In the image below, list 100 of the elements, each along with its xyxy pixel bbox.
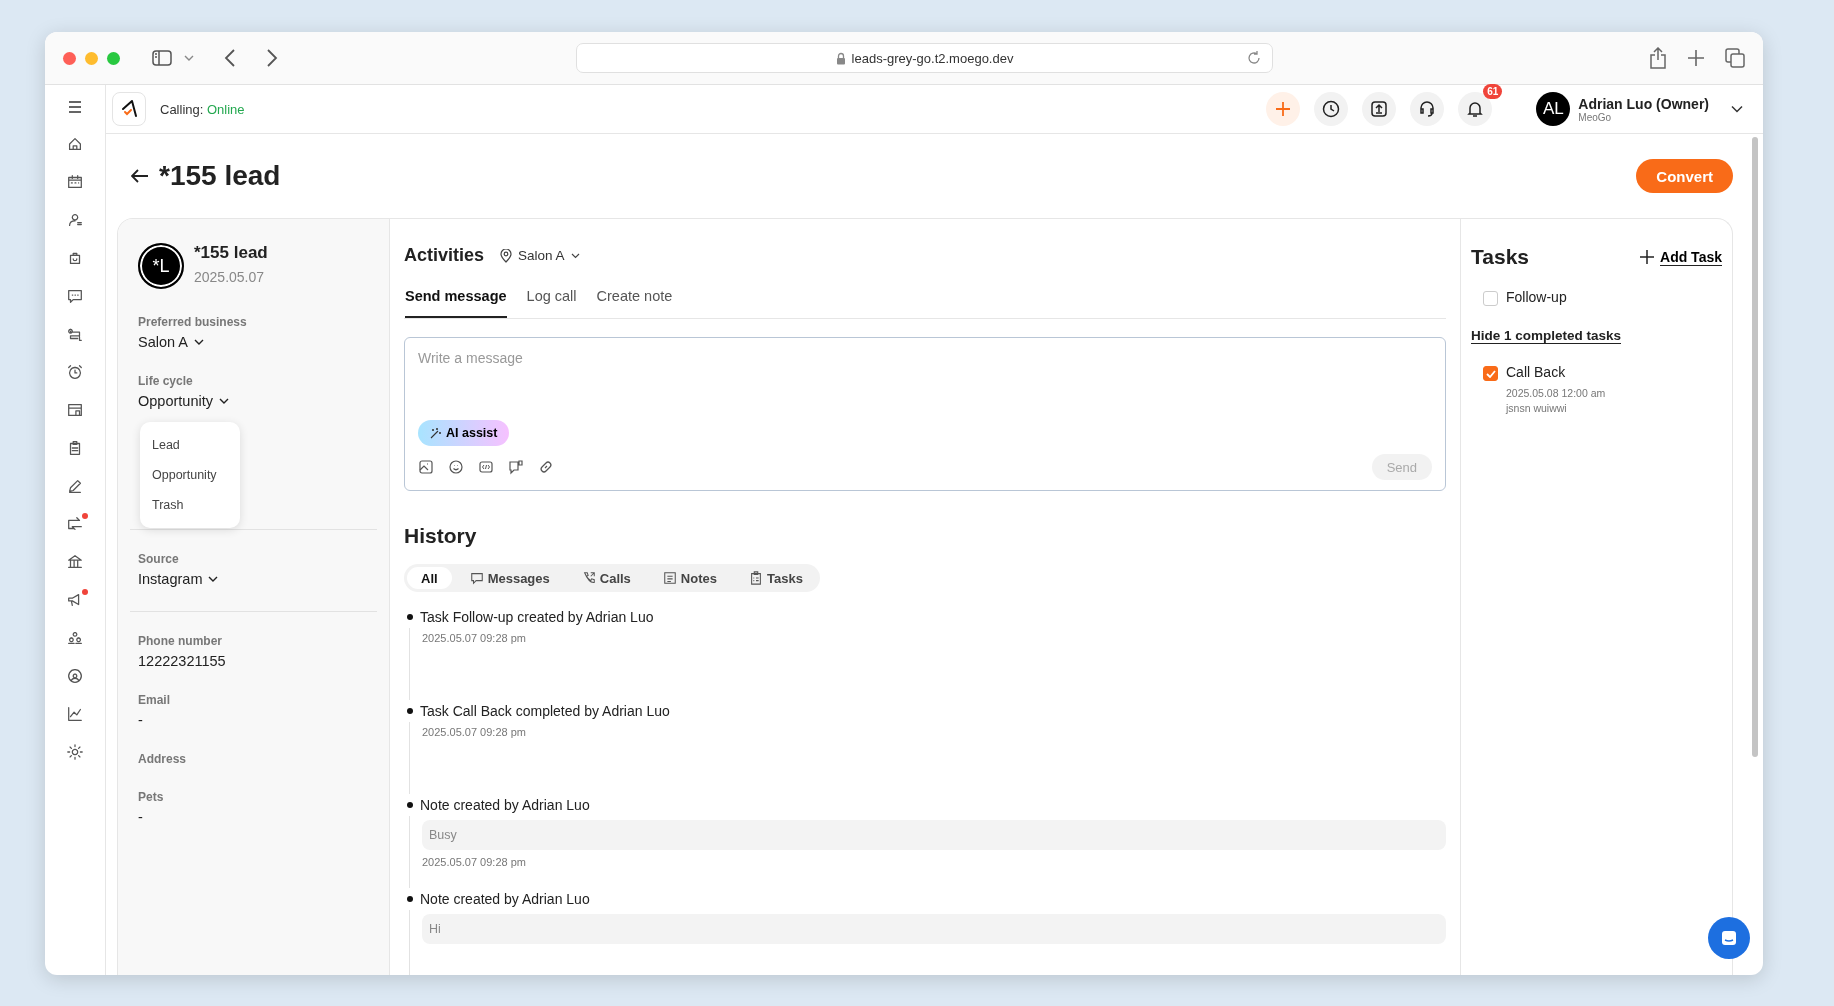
- bank-icon[interactable]: [66, 553, 84, 571]
- timeline-dot: [407, 896, 413, 902]
- history-title: History: [404, 524, 478, 548]
- task-checkbox[interactable]: [1483, 366, 1498, 381]
- entry-time: 2025.05.07 09:28 pm: [422, 726, 527, 738]
- field-label: Address: [138, 752, 188, 766]
- location-dropdown[interactable]: Salon A: [500, 248, 580, 263]
- tasks-icon: [749, 571, 763, 585]
- history-filter[interactable]: Tasks: [735, 567, 817, 589]
- lead-avatar: *L: [138, 243, 184, 289]
- field-label: Phone number: [138, 634, 223, 648]
- menu-icon[interactable]: [68, 101, 82, 113]
- new-tab-icon[interactable]: [1687, 49, 1705, 67]
- calling-status: Calling: Online: [160, 101, 245, 117]
- lead-date: 2025.05.07: [194, 269, 266, 285]
- home-icon[interactable]: [66, 135, 84, 153]
- plus-icon: [1639, 249, 1655, 265]
- image-icon[interactable]: [418, 459, 434, 475]
- person-icon[interactable]: [66, 211, 84, 229]
- timeline-dot: [407, 802, 413, 808]
- chat-widget-button[interactable]: [1708, 917, 1750, 959]
- pen-icon[interactable]: [66, 477, 84, 495]
- field-dropdown[interactable]: Opportunity: [138, 393, 229, 409]
- alarm-icon[interactable]: [66, 363, 84, 381]
- note-content: Busy: [422, 820, 1446, 850]
- chevron-down-icon[interactable]: [1731, 105, 1743, 113]
- link-icon[interactable]: [538, 459, 554, 475]
- history-filter[interactable]: Calls: [567, 567, 645, 589]
- address-bar[interactable]: leads-grey-go.t2.moego.dev: [576, 43, 1273, 73]
- back-arrow-icon[interactable]: [131, 169, 149, 183]
- history-filter[interactable]: All: [407, 567, 452, 589]
- upload-icon: [1370, 100, 1389, 118]
- field-value: -: [138, 712, 144, 728]
- clock-icon: [1322, 100, 1341, 118]
- company-name: MeoGo: [1578, 111, 1613, 123]
- support-button[interactable]: [1410, 92, 1445, 126]
- emoji-icon[interactable]: [448, 459, 464, 475]
- history-entry: Note created by Adrian Luo: [420, 797, 590, 813]
- history-filter[interactable]: Notes: [648, 567, 731, 589]
- menu-item[interactable]: Trash: [140, 490, 240, 520]
- chevron-down-icon: [194, 338, 204, 346]
- chevron-down-icon: [208, 575, 219, 583]
- lock-icon: [835, 51, 846, 65]
- activity-tab[interactable]: Create note: [596, 288, 673, 318]
- calendar-icon[interactable]: [66, 173, 84, 191]
- history-entry: Note created by Adrian Luo: [420, 891, 590, 907]
- activity-tab[interactable]: Log call: [526, 288, 577, 318]
- task-due-time: 2025.05.08 12:00 am: [1506, 387, 1606, 399]
- forward-icon[interactable]: [266, 49, 278, 67]
- notes-icon: [662, 571, 677, 585]
- scrollbar-thumb[interactable]: [1752, 137, 1758, 757]
- lead-name: *155 lead: [194, 243, 268, 263]
- transfer-icon[interactable]: [66, 515, 84, 533]
- close-window-button[interactable]: [63, 51, 76, 65]
- code-icon[interactable]: [478, 459, 494, 475]
- user-name: Adrian Luo (Owner): [1578, 95, 1709, 112]
- hide-completed-link[interactable]: Hide 1 completed tasks: [1471, 328, 1622, 344]
- entry-time: 2025.05.07 09:28 pm: [422, 856, 527, 868]
- reload-icon[interactable]: [1246, 50, 1262, 66]
- message-composer[interactable]: Write a message AI assist Send: [404, 337, 1446, 491]
- store-icon[interactable]: [66, 401, 84, 419]
- clock-button[interactable]: [1314, 92, 1349, 126]
- add-button[interactable]: [1266, 92, 1301, 126]
- upload-button[interactable]: [1362, 92, 1397, 126]
- field-label: Preferred business: [138, 315, 248, 329]
- field-value: 12222321155: [138, 653, 227, 669]
- chart-icon[interactable]: [66, 705, 84, 723]
- timeline-dot: [407, 708, 413, 714]
- add-task-button[interactable]: Add Task: [1639, 248, 1722, 266]
- task-checkbox[interactable]: [1483, 291, 1498, 306]
- tasks-title: Tasks: [1471, 245, 1529, 269]
- menu-item[interactable]: Lead: [140, 430, 240, 460]
- field-dropdown[interactable]: Instagram: [138, 571, 219, 587]
- field-label: Email: [138, 693, 171, 707]
- timeline-dot: [407, 614, 413, 620]
- menu-item[interactable]: Opportunity: [140, 460, 240, 490]
- sparkle-wand-icon: [430, 427, 442, 439]
- tabs-overview-icon[interactable]: [1725, 48, 1745, 68]
- field-label: Life cycle: [138, 374, 194, 388]
- chat-icon[interactable]: [66, 287, 84, 305]
- checkmark-icon: [1485, 369, 1496, 378]
- headset-icon: [1418, 100, 1437, 118]
- history-filter[interactable]: Messages: [455, 567, 564, 589]
- field-dropdown[interactable]: Salon A: [138, 334, 204, 350]
- sidebar-toggle-icon[interactable]: [152, 50, 172, 66]
- page-title: *155 lead: [159, 160, 281, 192]
- ai-assist-button[interactable]: AI assist: [418, 420, 510, 446]
- share-icon[interactable]: [1649, 47, 1667, 69]
- people-icon[interactable]: [66, 629, 84, 647]
- field-value: -: [138, 809, 144, 825]
- back-icon[interactable]: [224, 49, 236, 67]
- logo-button[interactable]: [112, 92, 146, 126]
- activities-title: Activities: [404, 245, 485, 266]
- messages-icon: [469, 571, 484, 585]
- chat-bubble-icon[interactable]: [508, 459, 524, 475]
- plus-icon: [1274, 100, 1293, 118]
- task-name: Call Back: [1506, 364, 1567, 380]
- activity-tab[interactable]: Send message: [405, 288, 507, 318]
- location-pin-icon: [500, 248, 513, 263]
- user-avatar[interactable]: AL: [1536, 92, 1571, 126]
